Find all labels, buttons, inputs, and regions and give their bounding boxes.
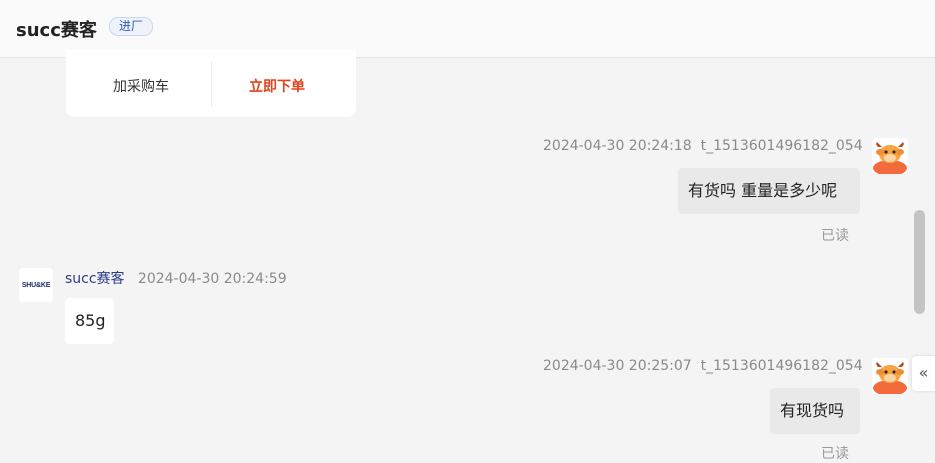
message-sender: t_1513601496182_054 [700,138,863,154]
product-card: 加采购车 立即下单 [66,50,356,117]
message-meta: 2024-04-30 20:25:07 t_1513601496182_054 [543,358,863,374]
collapse-panel-icon[interactable]: « [912,356,935,391]
shop-logo-text: SHU&KE [21,281,51,289]
message-timestamp: 2024-04-30 20:24:18 [543,138,692,154]
add-to-cart-button[interactable]: 加采购车 [113,76,169,96]
message-bubble: 有货吗 重量是多少呢 [678,168,860,214]
message-meta: succ赛客 2024-04-30 20:24:59 [65,268,287,288]
message-timestamp: 2024-04-30 20:25:07 [543,358,692,374]
shop-name[interactable]: succ赛客 [16,16,97,42]
message-meta: 2024-04-30 20:24:18 t_1513601496182_054 [543,138,863,154]
message-text: 有货吗 重量是多少呢 [688,181,838,200]
user-avatar-icon[interactable] [872,358,908,394]
scrollbar-thumb[interactable] [914,210,925,314]
message-bubble: 85g [65,298,114,344]
user-avatar-icon[interactable] [872,138,908,174]
read-status: 已读 [821,446,849,462]
message-sender[interactable]: succ赛客 [65,271,125,287]
order-now-button[interactable]: 立即下单 [249,76,305,96]
card-divider [211,62,212,107]
enter-shop-badge[interactable]: 进厂 [109,17,154,36]
read-status: 已读 [821,228,849,244]
message-text: 85g [75,311,106,330]
message-timestamp: 2024-04-30 20:24:59 [137,271,287,287]
message-bubble: 有现货吗 [770,388,860,434]
shop-avatar[interactable]: SHU&KE [19,268,53,302]
message-text: 有现货吗 [780,401,845,420]
message-sender: t_1513601496182_054 [700,358,863,374]
